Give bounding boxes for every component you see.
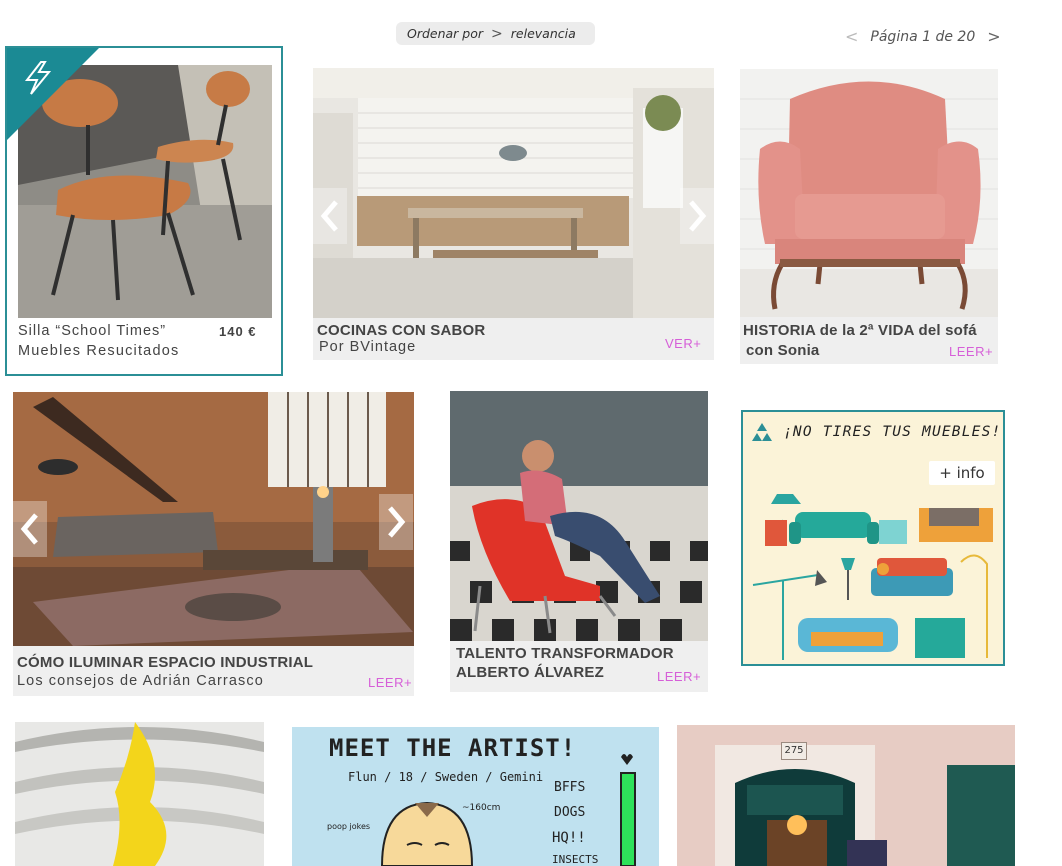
card-subtitle: Los consejos de Adrián Carrasco xyxy=(17,673,264,689)
read-more-link[interactable]: LEER+ xyxy=(657,669,701,684)
card-title[interactable]: HISTORIA de la 2ª VIDA del sofá xyxy=(743,322,977,339)
card-caption: HISTORIA de la 2ª VIDA del sofá con Soni… xyxy=(740,317,998,364)
pagination: < Página 1 de 20 > xyxy=(845,27,1001,46)
carousel-prev-button[interactable] xyxy=(13,501,47,557)
artist-side-note: poop jokes xyxy=(327,822,371,831)
page-indicator: Página 1 de 20 xyxy=(870,28,976,45)
card-title[interactable]: CÓMO ILUMINAR ESPACIO INDUSTRIAL xyxy=(17,654,313,671)
portrait-photo[interactable] xyxy=(450,391,708,641)
product-seller[interactable]: Muebles Resucitados xyxy=(18,343,179,359)
house-number: 275 xyxy=(781,742,807,760)
living-room-photo[interactable] xyxy=(13,392,414,646)
kitchen-photo[interactable] xyxy=(313,68,714,318)
carousel-next-button[interactable] xyxy=(680,188,714,244)
sort-value[interactable]: relevancia xyxy=(511,26,576,41)
product-price: 140 € xyxy=(219,324,257,339)
read-more-link[interactable]: LEER+ xyxy=(949,344,993,359)
sort-control[interactable]: Ordenar por > relevancia xyxy=(396,22,595,45)
card-caption: TALENTO TRANSFORMADOR ALBERTO ÁLVAREZ LE… xyxy=(450,641,708,692)
storefront-photo[interactable]: 275 xyxy=(677,725,1015,866)
artist-drawing xyxy=(380,801,474,866)
product-title[interactable]: Silla “School Times” xyxy=(18,323,166,339)
carousel-prev-button[interactable] xyxy=(313,188,347,244)
prev-page-icon[interactable]: < xyxy=(845,27,858,46)
chevron-left-icon xyxy=(20,513,38,545)
meet-the-artist-banner[interactable]: MEET THE ARTIST! Flun / 18 / Sweden / Ge… xyxy=(292,727,659,866)
guggenheim-photo[interactable] xyxy=(15,722,264,866)
armchair-photo[interactable] xyxy=(740,69,998,317)
artist-title: MEET THE ARTIST! xyxy=(329,734,577,762)
next-page-icon[interactable]: > xyxy=(987,27,1000,46)
ad-headline: ¡NO TIRES TUS MUEBLES! xyxy=(783,424,1002,440)
article-card-sofa[interactable]: HISTORIA de la 2ª VIDA del sofá con Soni… xyxy=(740,69,998,364)
article-card-iluminar[interactable]: CÓMO ILUMINAR ESPACIO INDUSTRIAL Los con… xyxy=(13,392,414,696)
artist-subtitle: Flun / 18 / Sweden / Gemini xyxy=(348,770,544,784)
chevron-right-icon xyxy=(388,506,406,538)
more-info-button[interactable]: + info xyxy=(929,461,995,485)
card-title-line2[interactable]: ALBERTO ÁLVAREZ xyxy=(456,664,604,681)
height-bar-icon xyxy=(620,754,636,866)
card-title[interactable]: TALENTO TRANSFORMADOR xyxy=(456,645,674,662)
chevron-right-icon: > xyxy=(491,25,503,42)
card-caption: COCINAS CON SABOR Por BVintage VER+ xyxy=(313,318,714,360)
artist-list-item: BFFS xyxy=(554,780,586,795)
lightning-icon xyxy=(24,61,52,95)
card-title[interactable]: COCINAS CON SABOR xyxy=(317,322,485,339)
ad-banner-no-tires[interactable]: ¡NO TIRES TUS MUEBLES! + info xyxy=(741,410,1005,666)
artist-list-item: INSECTS xyxy=(552,853,599,866)
artist-list-item: HQ!! xyxy=(552,830,586,846)
carousel-next-button[interactable] xyxy=(379,494,413,550)
card-title-line2[interactable]: con Sonia xyxy=(746,342,819,359)
card-subtitle: Por BVintage xyxy=(319,339,417,355)
chevron-left-icon xyxy=(320,200,338,232)
article-card-talento[interactable]: TALENTO TRANSFORMADOR ALBERTO ÁLVAREZ LE… xyxy=(450,391,708,692)
article-card-cocinas[interactable]: COCINAS CON SABOR Por BVintage VER+ xyxy=(313,68,714,360)
furniture-illustration xyxy=(752,494,993,660)
read-more-link[interactable]: VER+ xyxy=(665,336,701,351)
artist-list-item: DOGS xyxy=(554,805,586,820)
read-more-link[interactable]: LEER+ xyxy=(368,675,412,690)
sort-label: Ordenar por xyxy=(407,26,484,41)
recycle-icon xyxy=(752,423,772,441)
card-caption: CÓMO ILUMINAR ESPACIO INDUSTRIAL Los con… xyxy=(13,646,414,696)
product-card-school-chair[interactable]: Silla “School Times” 140 € Muebles Resuc… xyxy=(5,46,283,376)
chevron-right-icon xyxy=(689,200,707,232)
